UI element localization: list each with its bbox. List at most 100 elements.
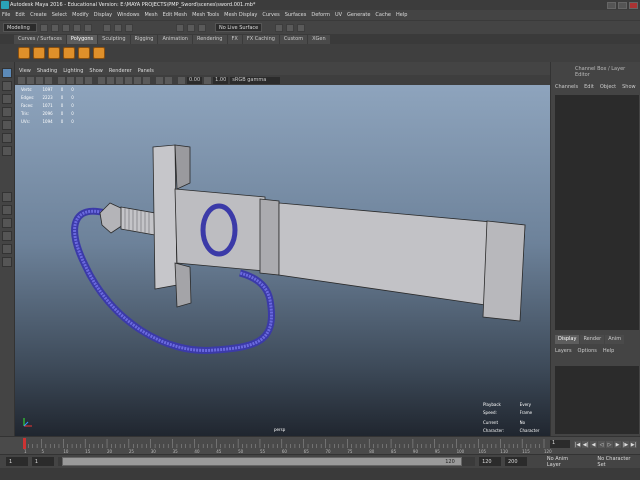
channel-menu-object[interactable]: Object [600, 84, 616, 90]
single-pane-layout-icon[interactable] [2, 192, 12, 202]
viewport-menu-renderer[interactable]: Renderer [109, 68, 132, 74]
snap-grid-icon[interactable] [176, 23, 184, 32]
shelf-tab-curves-surfaces[interactable]: Curves / Surfaces [14, 34, 66, 44]
poly-torus-icon[interactable] [78, 47, 90, 59]
side-by-side-layout-icon[interactable] [2, 218, 12, 228]
menu-cache[interactable]: Cache [375, 12, 391, 18]
smooth-shade-icon[interactable] [107, 76, 114, 84]
image-plane-icon[interactable] [45, 76, 52, 84]
select-hierarchy-icon[interactable] [103, 23, 111, 32]
shelf-tab-fx-caching[interactable]: FX Caching [242, 34, 279, 44]
go-to-start-icon[interactable]: |◀ [574, 441, 581, 448]
menu-display[interactable]: Display [94, 12, 112, 18]
menu-curves[interactable]: Curves [262, 12, 279, 18]
start-time-field[interactable]: 1 [6, 457, 28, 466]
poly-sphere-icon[interactable] [18, 47, 30, 59]
undo-icon[interactable] [73, 23, 81, 32]
render-icon[interactable] [275, 23, 284, 32]
outliner-icon[interactable] [2, 257, 12, 267]
save-scene-icon[interactable] [62, 23, 70, 32]
menu-uv[interactable]: UV [335, 12, 342, 18]
shelf-tab-rendering[interactable]: Rendering [192, 34, 227, 44]
playback-start-field[interactable]: 1 [31, 457, 54, 466]
menu-select[interactable]: Select [52, 12, 67, 18]
maximize-button[interactable] [618, 1, 627, 9]
gate-mask-icon[interactable] [85, 76, 92, 84]
anim-layer-label[interactable]: No Anim Layer [547, 456, 584, 468]
colorspace-dropdown[interactable]: sRGB gamma [230, 76, 281, 84]
wireframe-icon[interactable] [98, 76, 105, 84]
lasso-tool-icon[interactable] [2, 81, 12, 91]
menu-edit-mesh[interactable]: Edit Mesh [163, 12, 187, 18]
shelf-tab-animation[interactable]: Animation [158, 34, 192, 44]
menu-set-dropdown[interactable]: Modeling [3, 23, 37, 32]
layer-menu-options[interactable]: Options [578, 348, 597, 354]
textured-icon[interactable] [125, 76, 132, 84]
viewport-menu-shading[interactable]: Shading [37, 68, 57, 74]
shelf-tab-rigging[interactable]: Rigging [130, 34, 158, 44]
menu-windows[interactable]: Windows [117, 12, 139, 18]
poly-cylinder-icon[interactable] [48, 47, 60, 59]
move-tool-icon[interactable] [2, 107, 12, 117]
menu-generate[interactable]: Generate [347, 12, 370, 18]
layer-menu-help[interactable]: Help [603, 348, 614, 354]
channel-menu-show[interactable]: Show [622, 84, 636, 90]
poly-plane-icon[interactable] [93, 47, 105, 59]
select-camera-icon[interactable] [18, 76, 25, 84]
menu-surfaces[interactable]: Surfaces [285, 12, 307, 18]
camera-attributes-icon[interactable] [27, 76, 34, 84]
wireframe-on-shaded-icon[interactable] [116, 76, 123, 84]
viewport-menu-panels[interactable]: Panels [138, 68, 154, 74]
resolution-gate-icon[interactable] [76, 76, 83, 84]
select-object-icon[interactable] [114, 23, 122, 32]
menu-file[interactable]: File [2, 12, 10, 18]
poly-cone-icon[interactable] [63, 47, 75, 59]
playback-end-field[interactable]: 120 [479, 457, 501, 466]
gamma-icon[interactable] [204, 76, 212, 84]
snap-point-icon[interactable] [198, 23, 206, 32]
step-back-icon[interactable]: ◀ [590, 441, 597, 448]
perspective-viewport[interactable]: Verts: 1097 0 0 Edges: 2223 0 0 Faces: 1071 0 0 Tris… [15, 85, 550, 436]
persp-graph-layout-icon[interactable] [2, 231, 12, 241]
range-slider-thumb[interactable]: 120 [61, 457, 462, 466]
lights-icon[interactable] [134, 76, 141, 84]
new-scene-icon[interactable] [40, 23, 48, 32]
rotate-tool-icon[interactable] [2, 120, 12, 130]
layer-tab-render[interactable]: Render [580, 334, 605, 344]
shelf-tab-fx[interactable]: FX [227, 34, 242, 44]
shelf-tab-custom[interactable]: Custom [279, 34, 308, 44]
select-component-icon[interactable] [125, 23, 133, 32]
end-time-field[interactable]: 200 [504, 457, 527, 466]
exposure-field[interactable]: 0.00 [187, 76, 203, 84]
viewport-menu-show[interactable]: Show [89, 68, 103, 74]
ipr-render-icon[interactable] [286, 23, 295, 32]
current-frame-field[interactable]: 1 [550, 440, 570, 448]
render-settings-icon[interactable] [297, 23, 306, 32]
four-pane-layout-icon[interactable] [2, 205, 12, 215]
layer-tab-anim[interactable]: Anim [605, 334, 625, 344]
layer-menu-layers[interactable]: Layers [555, 348, 572, 354]
paint-select-icon[interactable] [2, 94, 12, 104]
menu-deform[interactable]: Deform [311, 12, 330, 18]
viewport-menu-lighting[interactable]: Lighting [63, 68, 83, 74]
step-forward-key-icon[interactable]: |▶ [622, 441, 629, 448]
menu-mesh[interactable]: Mesh [144, 12, 157, 18]
shelf-tab-xgen[interactable]: XGen [308, 34, 330, 44]
layer-list[interactable] [555, 366, 639, 434]
xray-icon[interactable] [156, 76, 163, 84]
play-forward-icon[interactable]: ▷ [606, 441, 613, 448]
menu-mesh-display[interactable]: Mesh Display [224, 12, 257, 18]
shadows-icon[interactable] [143, 76, 150, 84]
menu-modify[interactable]: Modify [72, 12, 89, 18]
exposure-icon[interactable] [178, 76, 185, 84]
channel-box-area[interactable] [555, 95, 639, 330]
shelf-tab-sculpting[interactable]: Sculpting [98, 34, 130, 44]
step-back-key-icon[interactable]: ◀| [582, 441, 589, 448]
select-tool-icon[interactable] [2, 68, 12, 78]
current-time-marker[interactable] [23, 438, 26, 449]
menu-mesh-tools[interactable]: Mesh Tools [192, 12, 219, 18]
viewport-menu-view[interactable]: View [19, 68, 31, 74]
command-line[interactable] [0, 468, 640, 480]
open-scene-icon[interactable] [51, 23, 59, 32]
channel-menu-edit[interactable]: Edit [584, 84, 594, 90]
